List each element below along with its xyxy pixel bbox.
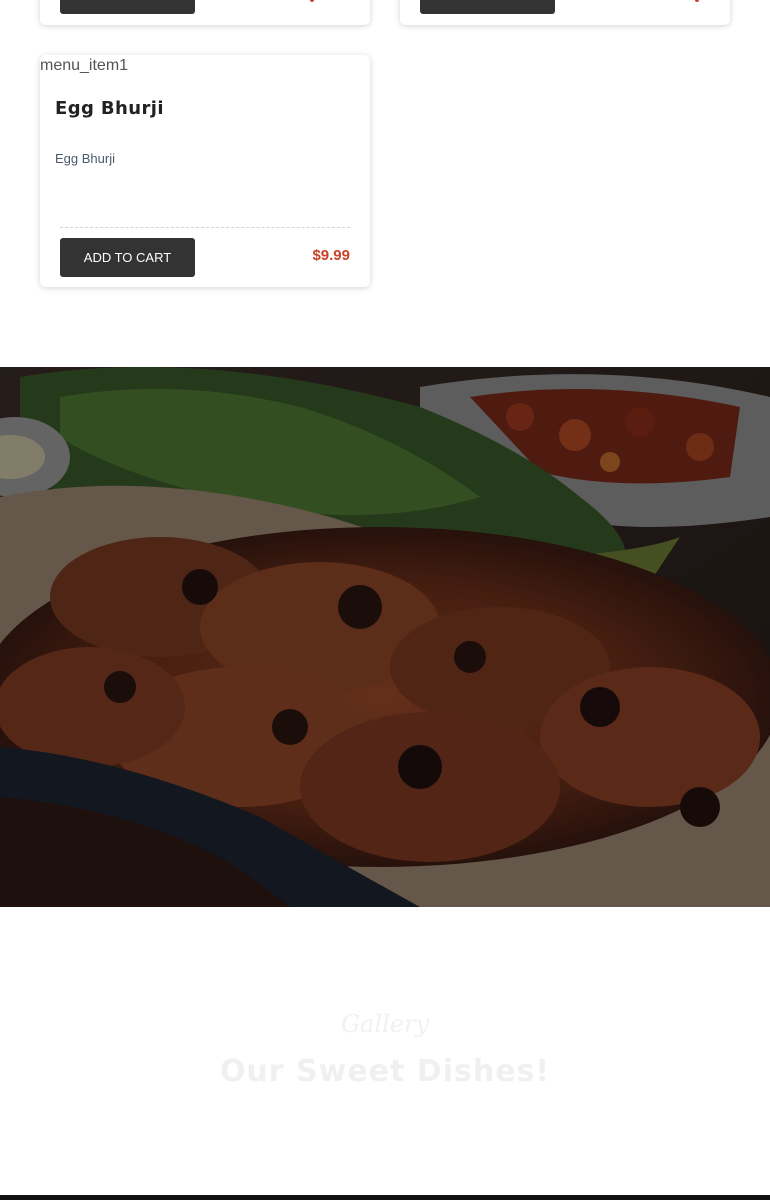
banner-overlay (0, 367, 770, 907)
menu-item-title: Egg Bhurji (55, 98, 164, 119)
menu-item-price: $9.99 (312, 247, 350, 264)
menu-item-image: menu_item1 (40, 57, 129, 74)
gallery-title: Our Sweet Dishes! (219, 1054, 551, 1089)
price-fragment (310, 0, 314, 2)
menu-card-previous-right (400, 0, 730, 25)
add-to-cart-button[interactable] (60, 0, 195, 14)
bottom-divider (0, 1195, 770, 1200)
menu-card-previous-left (40, 0, 370, 25)
menu-item-description: Egg Bhurji (55, 151, 115, 166)
add-to-cart-button[interactable] (420, 0, 555, 14)
card-divider (60, 227, 350, 228)
gallery-subtitle: Gallery (340, 1010, 430, 1038)
price-fragment (695, 0, 699, 2)
page: menu_item1 Egg Bhurji Egg Bhurji ADD TO … (0, 0, 770, 1200)
menu-card: menu_item1 Egg Bhurji Egg Bhurji ADD TO … (40, 55, 370, 287)
add-to-cart-button[interactable]: ADD TO CART (60, 238, 195, 277)
food-banner-image (0, 367, 770, 907)
